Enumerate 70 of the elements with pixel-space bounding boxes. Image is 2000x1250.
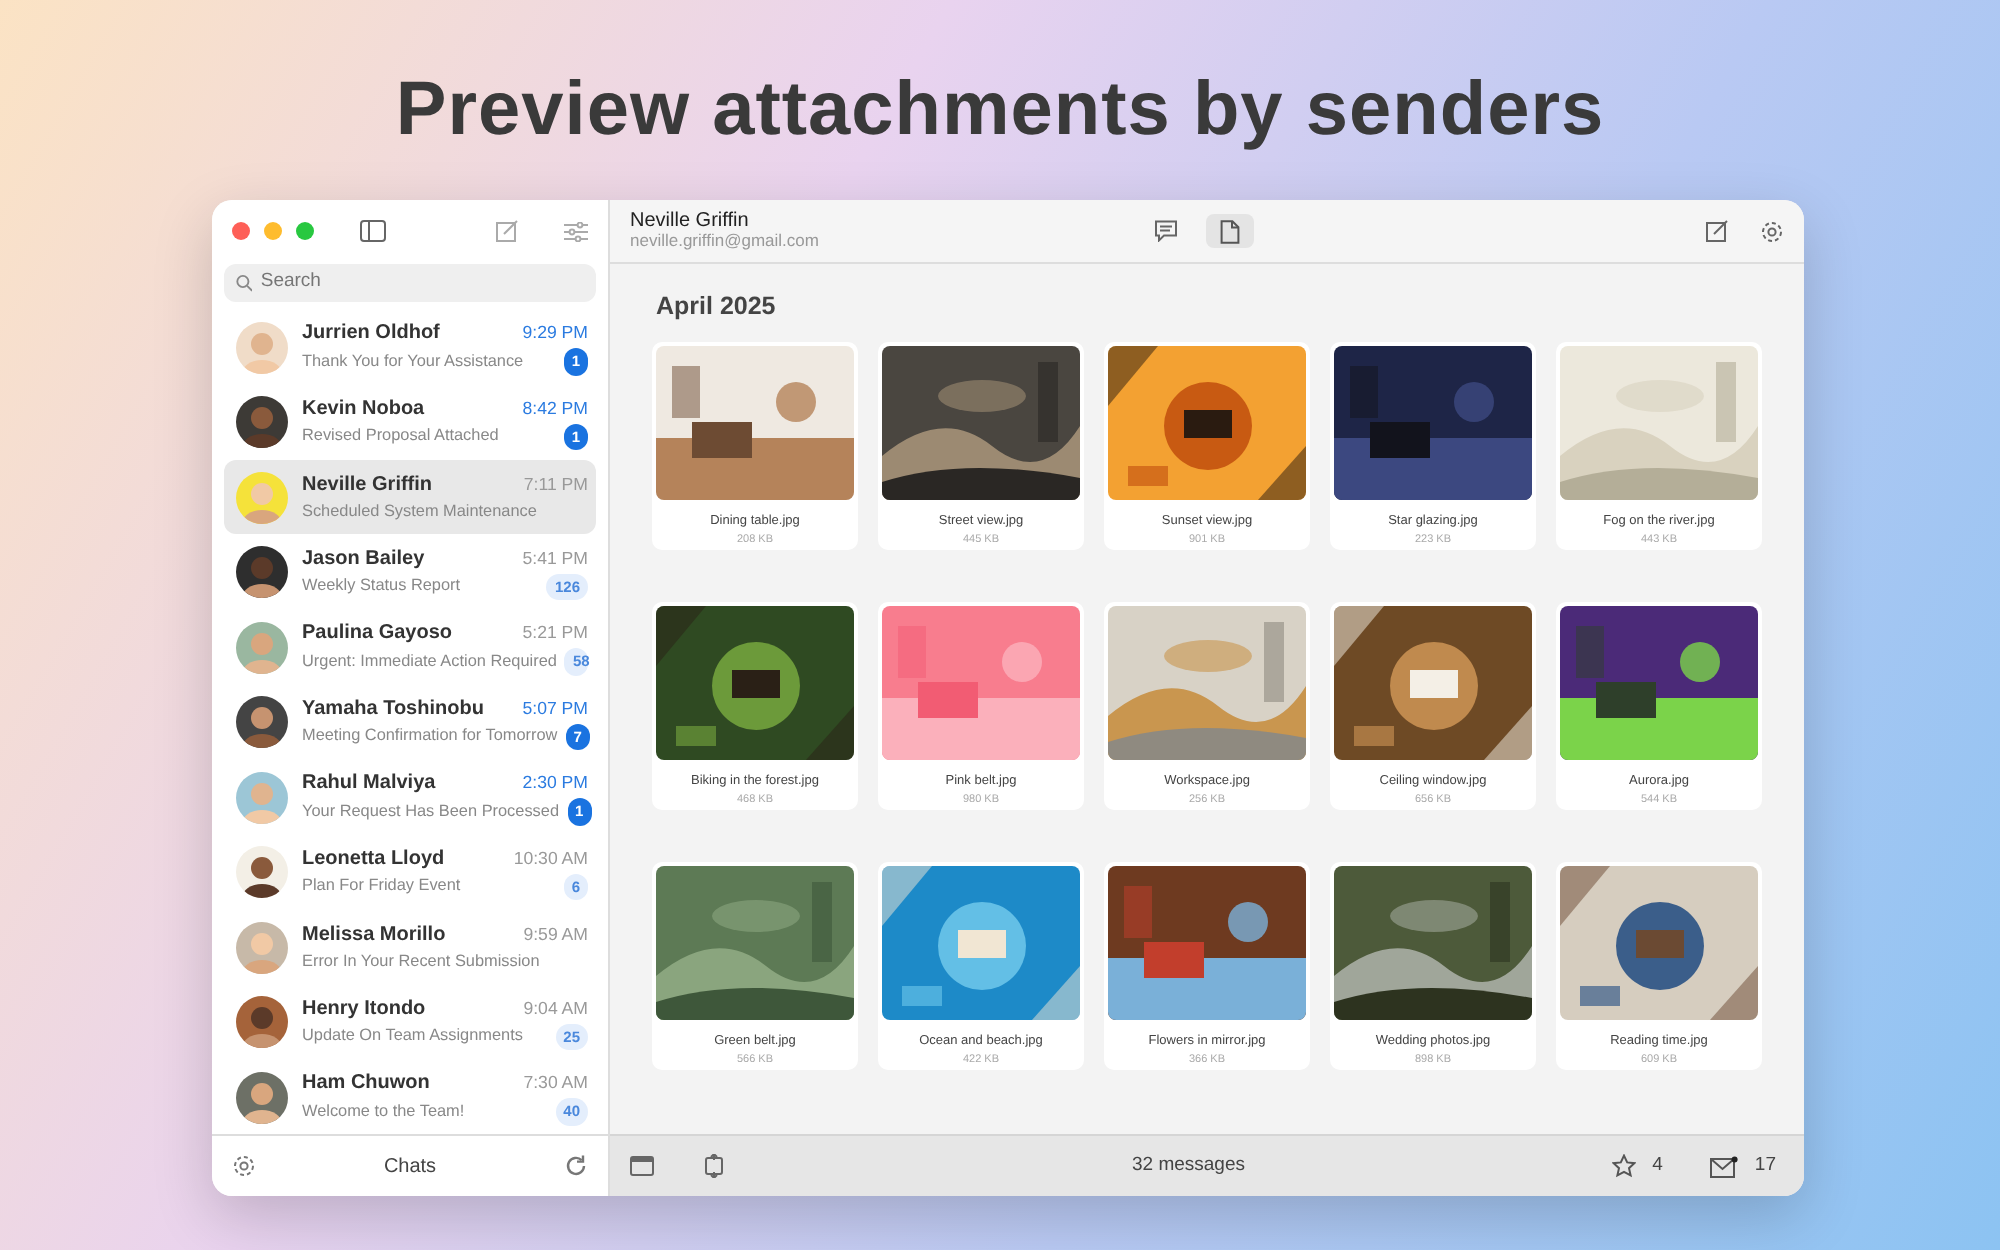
sidebar-toggle-icon[interactable] [360, 220, 386, 243]
contact-name: Melissa Morillo [302, 921, 446, 950]
calendar-icon[interactable] [630, 1156, 654, 1176]
avatar [236, 621, 288, 674]
contact-name: Jason Bailey [302, 545, 425, 574]
section-title: April 2025 [654, 290, 778, 324]
contact-email: neville.griffin@gmail.com [630, 232, 821, 252]
message-preview: Meeting Confirmation for Tomorrow [302, 724, 558, 749]
message-time: 5:41 PM [522, 545, 588, 572]
settings-icon[interactable] [1760, 219, 1784, 243]
sidebar-title: Chats [383, 1153, 437, 1182]
message-preview: Plan For Friday Event [302, 874, 461, 899]
chat-item[interactable]: Neville Griffin 7:11 PM Scheduled System Maintenance [224, 459, 596, 535]
avatar [236, 1071, 288, 1124]
expand-icon[interactable] [702, 1154, 726, 1178]
document-icon [1220, 219, 1240, 243]
avatar [236, 996, 288, 1049]
avatar [236, 321, 288, 374]
message-preview: Revised Proposal Attached [302, 424, 499, 449]
starred-count: 4 [1652, 1151, 1663, 1180]
message-time: 2:30 PM [522, 770, 588, 797]
message-time: 9:04 AM [523, 995, 588, 1022]
search-input[interactable]: Search [260, 268, 584, 297]
message-preview: Error In Your Recent Submission [302, 949, 540, 974]
message-time: 5:07 PM [522, 695, 588, 722]
contact-name: Neville Griffin [302, 471, 433, 500]
contact-name: Yamaha Toshinobu [302, 695, 484, 724]
message-preview: Urgent: Immediate Action Required [302, 649, 557, 674]
star-icon[interactable] [1612, 1154, 1637, 1178]
contact-name: Neville Griffin [630, 210, 751, 233]
avatar [236, 471, 288, 524]
avatar [236, 546, 288, 599]
message-time: 10:30 AM [513, 845, 588, 872]
close-button[interactable] [232, 222, 250, 241]
chat-icon [1154, 220, 1178, 242]
avatar [236, 846, 288, 899]
mail-icon[interactable] [1710, 1155, 1739, 1177]
avatar [236, 396, 288, 449]
headline: Preview attachments by senders [393, 66, 1607, 156]
search-icon [236, 273, 253, 292]
message-preview: Update On Team Assignments [302, 1024, 523, 1049]
message-time: 8:42 PM [522, 395, 588, 422]
chat-item[interactable]: Melissa Morillo 9:59 AM Error In Your Recent Submission [224, 909, 596, 985]
message-preview: Weekly Status Report [302, 574, 461, 599]
settings-icon[interactable] [232, 1154, 256, 1179]
message-time: 9:59 AM [523, 921, 588, 948]
contact-name: Leonetta Lloyd [302, 845, 445, 874]
contact-name: Kevin Noboa [302, 395, 425, 424]
message-time: 7:11 PM [523, 471, 588, 498]
message-preview: Scheduled System Maintenance [302, 499, 537, 524]
avatar [236, 921, 288, 974]
message-preview: Welcome to the Team! [302, 1099, 465, 1124]
avatar [236, 771, 288, 824]
compose-icon[interactable] [1706, 220, 1728, 242]
contact-name: Jurrien Oldhof [302, 320, 440, 349]
mail-count: 17 [1754, 1151, 1776, 1180]
refresh-icon[interactable] [564, 1154, 588, 1179]
view-tab[interactable] [1206, 214, 1254, 248]
message-preview: Your Request Has Been Processed [302, 799, 560, 824]
message-time: 9:29 PM [522, 320, 588, 347]
message-time: 7:30 AM [523, 1070, 588, 1097]
search-field[interactable]: Search [224, 263, 596, 302]
message-preview: Thank You for Your Assistance [302, 349, 524, 374]
message-time: 5:21 PM [522, 620, 588, 647]
contact-name: Ham Chuwon [302, 1070, 430, 1099]
contact-name: Henry Itondo [302, 995, 426, 1024]
message-count: 32 messages [1132, 1151, 1246, 1180]
contact-name: Rahul Malviya [302, 770, 436, 799]
avatar [236, 696, 288, 749]
contact-name: Paulina Gayoso [302, 620, 453, 649]
